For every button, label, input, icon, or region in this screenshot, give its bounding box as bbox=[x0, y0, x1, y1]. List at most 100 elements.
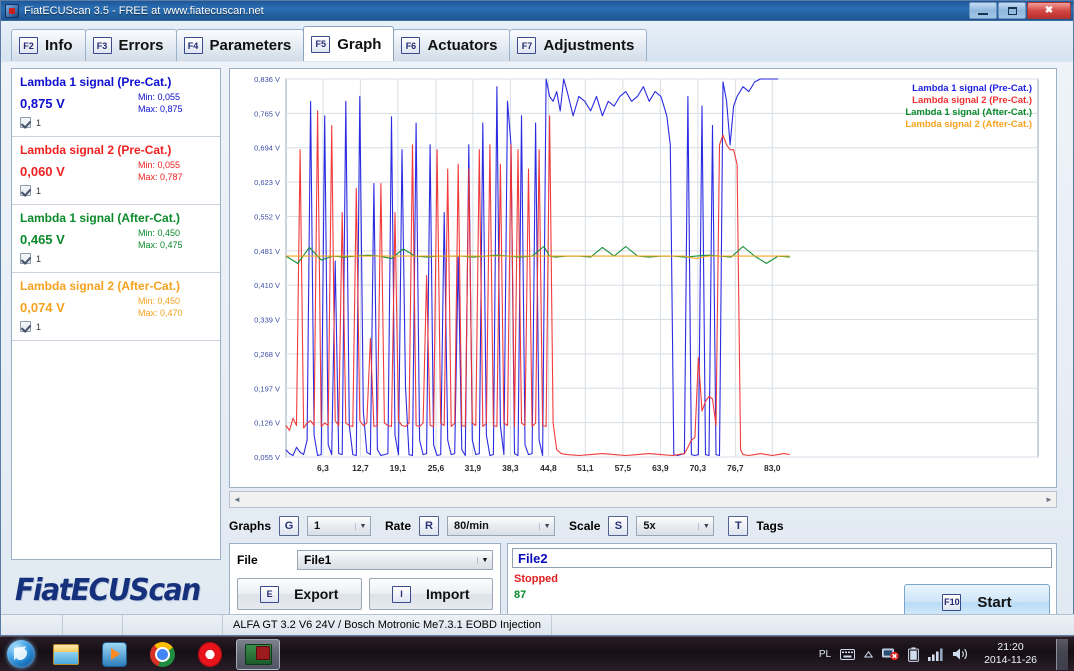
signal-card[interactable]: Lambda signal 2 (Pre-Cat.) 0,060 V Min: 0,… bbox=[12, 137, 220, 205]
graph-plot: 0,836 V 0,765 V 0,694 V 0,623 V 0,552 V 0,481… bbox=[254, 75, 1039, 473]
opera-icon bbox=[198, 641, 222, 667]
clock-date: 2014-11-26 bbox=[984, 654, 1037, 666]
scale-select[interactable]: 5x ▼ bbox=[636, 516, 715, 536]
graph-panel[interactable]: 0,836 V 0,765 V 0,694 V 0,623 V 0,552 V 0,481… bbox=[229, 68, 1057, 488]
tab-shortcut-icon: F7 bbox=[517, 37, 537, 54]
keyboard-icon[interactable] bbox=[840, 648, 856, 660]
rate-shortcut-button[interactable]: R bbox=[419, 516, 440, 536]
tab-adjustments[interactable]: F7 Adjustments bbox=[509, 29, 648, 61]
export-button[interactable]: E Export bbox=[237, 578, 362, 610]
file-select[interactable]: File1 ▼ bbox=[297, 550, 493, 570]
tab-info[interactable]: F2 Info bbox=[11, 29, 86, 61]
signal-min: Min: 0,055 bbox=[138, 160, 181, 170]
tab-label: Parameters bbox=[209, 37, 292, 54]
tab-shortcut-icon: F5 bbox=[311, 35, 331, 53]
chevron-down-icon[interactable]: ▼ bbox=[355, 522, 370, 530]
tab-errors[interactable]: F3 Errors bbox=[84, 29, 177, 61]
scale-select-value: 5x bbox=[643, 520, 656, 532]
client-area: Lambda 1 signal (Pre-Cat.) 0,875 V Min: 0,… bbox=[1, 62, 1073, 627]
tab-label: Adjustments bbox=[543, 37, 635, 54]
x-axis-tick: 83,0 bbox=[764, 463, 781, 473]
close-button[interactable]: ✖ bbox=[1027, 2, 1071, 19]
signal-min: Min: 0,055 bbox=[138, 92, 181, 102]
scale-shortcut-button[interactable]: S bbox=[608, 516, 629, 536]
scale-label: Scale bbox=[569, 519, 601, 533]
scroll-left-icon[interactable]: ◄ bbox=[230, 495, 244, 504]
x-axis-tick: 31,9 bbox=[465, 463, 482, 473]
signal-card[interactable]: Lambda 1 signal (Pre-Cat.) 0,875 V Min: 0,… bbox=[12, 69, 220, 137]
tags-shortcut-button[interactable]: T bbox=[728, 516, 749, 536]
application-window: FiatECUScan 3.5 - FREE at www.fiatecusca… bbox=[0, 0, 1074, 636]
signal-name: Lambda signal 2 (Pre-Cat.) bbox=[20, 143, 172, 157]
signal-visibility-checkbox[interactable] bbox=[20, 321, 31, 332]
import-shortcut-icon: I bbox=[391, 585, 411, 603]
legend-entry: Lambda signal 2 (After-Cat.) bbox=[905, 119, 1032, 130]
signal-strength-icon[interactable] bbox=[928, 648, 943, 661]
signal-visibility-checkbox[interactable] bbox=[20, 185, 31, 196]
start-shortcut-icon: F10 bbox=[942, 593, 962, 611]
status-bar: ALFA GT 3.2 V6 24V / Bosch Motronic Me7.… bbox=[1, 614, 1074, 635]
graphs-shortcut-button[interactable]: G bbox=[279, 516, 300, 536]
clock[interactable]: 21:20 2014-11-26 bbox=[978, 641, 1043, 667]
graph-horizontal-scrollbar[interactable]: ◄ ► bbox=[229, 491, 1057, 508]
graphs-label: Graphs bbox=[229, 519, 272, 533]
taskbar-item-fiatecuscan[interactable] bbox=[236, 638, 280, 670]
battery-icon[interactable] bbox=[908, 646, 919, 662]
x-axis-tick: 76,7 bbox=[727, 463, 744, 473]
file2-input[interactable]: File2 bbox=[512, 548, 1052, 568]
maximize-button[interactable] bbox=[998, 2, 1026, 19]
file-select-value: File1 bbox=[304, 553, 332, 567]
tab-parameters[interactable]: F4 Parameters bbox=[175, 29, 305, 61]
signal-visibility-checkbox[interactable] bbox=[20, 117, 31, 128]
language-indicator[interactable]: PL bbox=[819, 649, 831, 660]
graphs-select[interactable]: 1 ▼ bbox=[307, 516, 372, 536]
x-axis-tick: 70,3 bbox=[690, 463, 707, 473]
fiatecuscan-logo: FiatECUScan bbox=[15, 573, 201, 608]
chevron-down-icon[interactable]: ▼ bbox=[477, 556, 492, 564]
tab-actuators[interactable]: F6 Actuators bbox=[393, 29, 511, 61]
minimize-button[interactable] bbox=[969, 2, 997, 19]
scroll-right-icon[interactable]: ► bbox=[1042, 495, 1056, 504]
chevron-down-icon[interactable]: ▼ bbox=[539, 522, 554, 530]
network-error-icon[interactable] bbox=[882, 647, 899, 661]
windows-logo-icon bbox=[7, 640, 35, 668]
tab-shortcut-icon: F6 bbox=[401, 37, 421, 54]
rate-select[interactable]: 80/min ▼ bbox=[447, 516, 556, 536]
signal-card[interactable]: Lambda signal 2 (After-Cat.) 0,074 V Min: … bbox=[12, 273, 220, 341]
import-button[interactable]: I Import bbox=[368, 578, 493, 610]
signal-check-label: 1 bbox=[36, 253, 42, 264]
play-icon bbox=[101, 641, 127, 667]
folder-icon bbox=[53, 643, 79, 665]
rate-label: Rate bbox=[385, 519, 412, 533]
y-axis-tick: 0,552 V bbox=[254, 212, 280, 221]
chevron-down-icon[interactable]: ▼ bbox=[698, 522, 713, 530]
x-axis-tick: 38,3 bbox=[502, 463, 519, 473]
x-axis-tick: 57,5 bbox=[615, 463, 632, 473]
app-icon bbox=[5, 3, 19, 18]
x-axis-tick: 12,7 bbox=[352, 463, 369, 473]
y-axis-tick: 0,126 V bbox=[254, 419, 280, 428]
signal-card[interactable]: Lambda 1 signal (After-Cat.) 0,465 V Min: … bbox=[12, 205, 220, 273]
import-button-label: Import bbox=[425, 586, 470, 602]
volume-icon[interactable] bbox=[952, 647, 969, 661]
taskbar-item-explorer[interactable] bbox=[44, 639, 88, 670]
signal-max: Max: 0,475 bbox=[138, 240, 183, 250]
tab-graph[interactable]: F5 Graph bbox=[303, 26, 395, 61]
show-desktop-button[interactable] bbox=[1056, 638, 1068, 670]
start-button-taskbar[interactable] bbox=[2, 639, 40, 670]
windows-taskbar: PL 21:20 2014-11-26 bbox=[0, 636, 1074, 671]
fiatecuscan-icon bbox=[244, 643, 272, 665]
tab-label: Actuators bbox=[427, 37, 498, 54]
taskbar-item-media-player[interactable] bbox=[92, 639, 136, 670]
signal-max: Max: 0,787 bbox=[138, 172, 183, 182]
taskbar-item-opera[interactable] bbox=[188, 639, 232, 670]
show-hidden-icons-chevron-up-icon[interactable] bbox=[864, 650, 874, 658]
y-axis-tick: 0,055 V bbox=[254, 453, 280, 462]
rate-select-value: 80/min bbox=[454, 520, 489, 532]
signal-visibility-checkbox[interactable] bbox=[20, 253, 31, 264]
y-axis-tick: 0,623 V bbox=[254, 178, 280, 187]
tab-label: Graph bbox=[337, 35, 382, 53]
legend-entry: Lambda signal 2 (Pre-Cat.) bbox=[912, 95, 1032, 106]
taskbar-item-chrome[interactable] bbox=[140, 639, 184, 670]
file-label: File bbox=[237, 553, 258, 567]
